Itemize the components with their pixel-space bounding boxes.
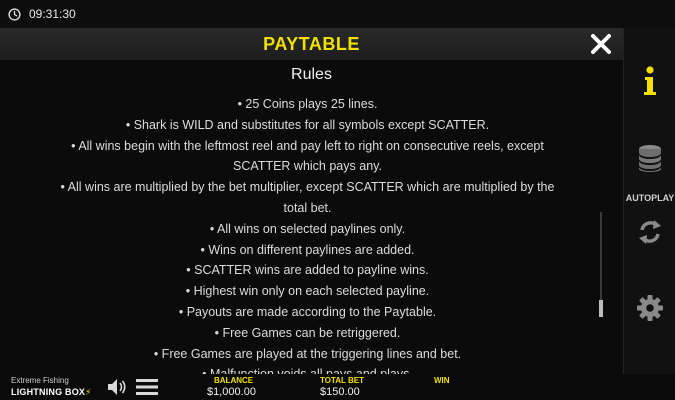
- autoplay-label: AUTOPLAY: [625, 193, 675, 203]
- scrollbar-thumb[interactable]: [599, 300, 603, 317]
- refresh-icon: [639, 220, 661, 244]
- rule-line: • Malfunction voids all pays and plays.: [10, 364, 605, 374]
- total-bet-display: TOTAL BET $150.00: [320, 376, 364, 399]
- coins-button[interactable]: [624, 140, 675, 176]
- hamburger-menu-icon: [136, 379, 158, 395]
- paytable-content[interactable]: Rules • 25 Coins plays 25 lines. • Shark…: [0, 60, 623, 374]
- bottom-bar: Extreme Fishing LIGHTNING BOX⚡ BALANCE $…: [0, 374, 675, 400]
- rule-line: • Free Games are played at the triggerin…: [153, 346, 462, 361]
- autoplay-button[interactable]: [624, 214, 675, 250]
- rules-list: • 25 Coins plays 25 lines. • Shark is WI…: [10, 94, 605, 374]
- rule-line: • Payouts are made according to the Payt…: [178, 304, 437, 319]
- settings-button[interactable]: [624, 290, 675, 326]
- rule-line: total bet.: [283, 200, 332, 215]
- close-icon: [591, 34, 611, 54]
- clock-icon: [8, 7, 21, 21]
- gear-icon: [637, 295, 663, 321]
- info-button[interactable]: [624, 60, 675, 102]
- game-logo: Extreme Fishing LIGHTNING BOX⚡: [11, 376, 92, 398]
- rule-line: • Free Games can be retriggered.: [214, 325, 401, 340]
- rule-line: • SCATTER wins are added to payline wins…: [186, 263, 429, 278]
- brand-text: LIGHTNING BOX: [11, 387, 86, 397]
- right-sidebar: AUTOPLAY: [623, 28, 675, 374]
- rule-line: • All wins on selected paylines only.: [209, 221, 406, 236]
- rule-line: SCATTER which pays any.: [233, 159, 382, 174]
- clock-time: 09:31:30: [29, 7, 76, 21]
- win-label: WIN: [434, 376, 450, 385]
- rules-heading: Rules: [291, 66, 332, 83]
- total-bet-label: TOTAL BET: [320, 376, 364, 385]
- paytable-header: PAYTABLE: [0, 28, 623, 60]
- balance-value: $1,000.00: [207, 386, 256, 398]
- close-button[interactable]: [587, 30, 615, 58]
- win-display: WIN: [434, 376, 450, 386]
- speaker-icon: [108, 379, 126, 395]
- brand-name: LIGHTNING BOX⚡: [11, 386, 92, 398]
- rule-line: • Wins on different paylines are added.: [200, 242, 415, 257]
- total-bet-value: $150.00: [320, 386, 360, 398]
- sound-button[interactable]: [107, 378, 127, 396]
- rule-line: • 25 Coins plays 25 lines.: [237, 97, 378, 111]
- rule-line: • Highest win only on each selected payl…: [185, 284, 430, 299]
- balance-label: BALANCE: [214, 376, 254, 385]
- paytable-panel: PAYTABLE Rules • 25 Coins plays 25 lines…: [0, 28, 623, 374]
- rule-line: • All wins begin with the leftmost reel …: [71, 138, 544, 153]
- paytable-title: PAYTABLE: [263, 33, 360, 54]
- rule-line: • All wins are multiplied by the bet mul…: [60, 180, 555, 195]
- lightning-bolt-icon: ⚡: [85, 387, 92, 397]
- coins-stack-icon: [639, 145, 661, 172]
- game-name: Extreme Fishing: [11, 376, 69, 385]
- info-icon: [644, 66, 656, 95]
- status-bar: 09:31:30: [0, 0, 675, 28]
- menu-button[interactable]: [136, 379, 158, 395]
- balance-display: BALANCE $1,000.00: [207, 376, 256, 399]
- rule-line: • Shark is WILD and substitutes for all …: [125, 117, 490, 132]
- scrollbar-track[interactable]: [600, 212, 602, 312]
